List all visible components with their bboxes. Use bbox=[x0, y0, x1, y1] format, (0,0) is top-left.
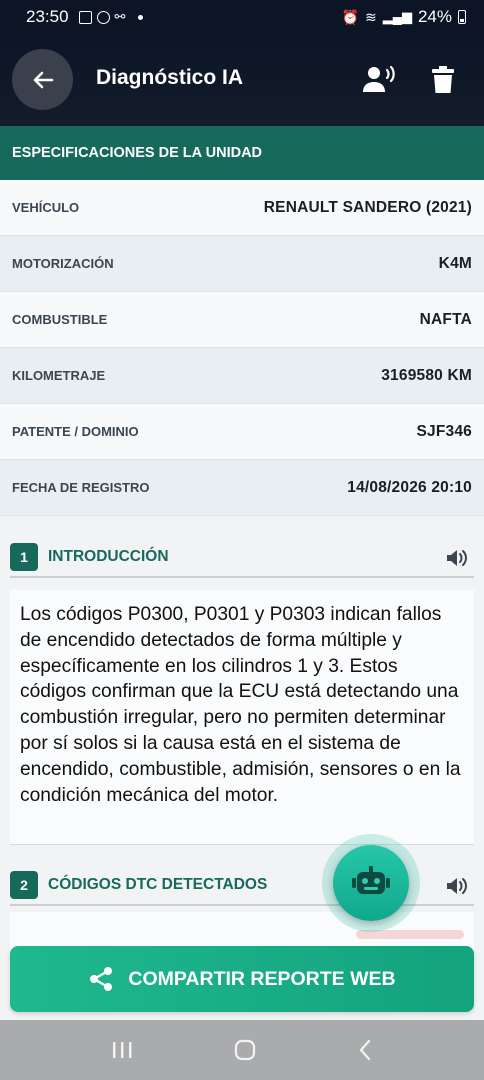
share-report-button[interactable]: COMPARTIR REPORTE WEB bbox=[10, 946, 474, 1012]
specs-table: VEHÍCULO RENAULT SANDERO (2021) MOTORIZA… bbox=[0, 180, 484, 516]
ai-assistant-button[interactable] bbox=[333, 845, 409, 921]
spec-value: SJF346 bbox=[416, 422, 472, 440]
spec-label: PATENTE / DOMINIO bbox=[12, 424, 139, 439]
spec-value: K4M bbox=[438, 254, 472, 272]
robot-icon bbox=[352, 866, 390, 894]
section-title: CÓDIGOS DTC DETECTADOS bbox=[48, 876, 268, 893]
spec-row-mileage: KILOMETRAJE 3169580 KM bbox=[0, 348, 484, 404]
spec-value: 3169580 KM bbox=[381, 366, 472, 384]
section-number: 2 bbox=[10, 871, 38, 899]
spec-row-vehicle: VEHÍCULO RENAULT SANDERO (2021) bbox=[0, 180, 484, 236]
spec-label: FECHA DE REGISTRO bbox=[12, 480, 150, 495]
spec-value: RENAULT SANDERO (2021) bbox=[263, 198, 472, 216]
section-title: INTRODUCCIÓN bbox=[48, 548, 169, 565]
spec-row-plate: PATENTE / DOMINIO SJF346 bbox=[0, 404, 484, 460]
link-icon: ⚯ bbox=[114, 9, 126, 24]
arrow-back-icon bbox=[33, 71, 53, 88]
system-nav-bar bbox=[0, 1020, 484, 1080]
battery-icon bbox=[458, 10, 466, 24]
home-icon[interactable] bbox=[234, 1039, 256, 1061]
notification-icons: ⚯ bbox=[78, 9, 144, 25]
spec-row-date: FECHA DE REGISTRO 14/08/2026 20:10 bbox=[0, 460, 484, 516]
status-time: 23:50 bbox=[26, 7, 69, 26]
app-bar: Diagnóstico IA bbox=[0, 34, 484, 126]
spec-label: KILOMETRAJE bbox=[12, 368, 106, 383]
share-icon bbox=[90, 967, 113, 991]
spec-row-engine: MOTORIZACIÓN K4M bbox=[0, 236, 484, 292]
spec-value: 14/08/2026 20:10 bbox=[347, 478, 472, 496]
alarm-icon: ⏰ bbox=[341, 8, 360, 25]
trash-icon[interactable] bbox=[432, 66, 454, 94]
more-notifications-icon bbox=[138, 14, 144, 20]
spec-label: COMBUSTIBLE bbox=[12, 312, 108, 327]
recent-apps-icon[interactable] bbox=[111, 1040, 133, 1060]
section-header-intro: 1 INTRODUCCIÓN bbox=[10, 538, 474, 578]
spec-label: VEHÍCULO bbox=[12, 200, 80, 215]
intro-text: Los códigos P0300, P0301 y P0303 indican… bbox=[10, 590, 474, 845]
wifi-icon: ≋ bbox=[365, 8, 377, 25]
speaker-icon[interactable] bbox=[446, 875, 468, 897]
spec-value: NAFTA bbox=[419, 310, 472, 328]
specs-header: ESPECIFICACIONES DE LA UNIDAD bbox=[0, 126, 484, 180]
section-number: 1 bbox=[10, 543, 38, 571]
back-nav-icon[interactable] bbox=[357, 1039, 373, 1061]
signal-icon: ▂▄▆ bbox=[382, 9, 412, 24]
share-button-label: COMPARTIR REPORTE WEB bbox=[128, 967, 396, 990]
back-button[interactable] bbox=[12, 49, 73, 110]
status-bar: 23:50 ⚯ ⏰ ≋ ▂▄▆ 24% bbox=[0, 0, 484, 34]
voice-person-icon[interactable] bbox=[362, 64, 396, 94]
battery-text: 24% bbox=[417, 7, 452, 26]
spec-row-fuel: COMBUSTIBLE NAFTA bbox=[0, 292, 484, 348]
speaker-icon[interactable] bbox=[446, 547, 468, 569]
system-icons: ⏰ ≋ ▂▄▆ 24% bbox=[342, 7, 466, 27]
gallery-icon bbox=[78, 10, 92, 24]
spec-label: MOTORIZACIÓN bbox=[12, 256, 114, 271]
page-title: Diagnóstico IA bbox=[96, 66, 244, 89]
whatsapp-icon bbox=[96, 10, 110, 24]
